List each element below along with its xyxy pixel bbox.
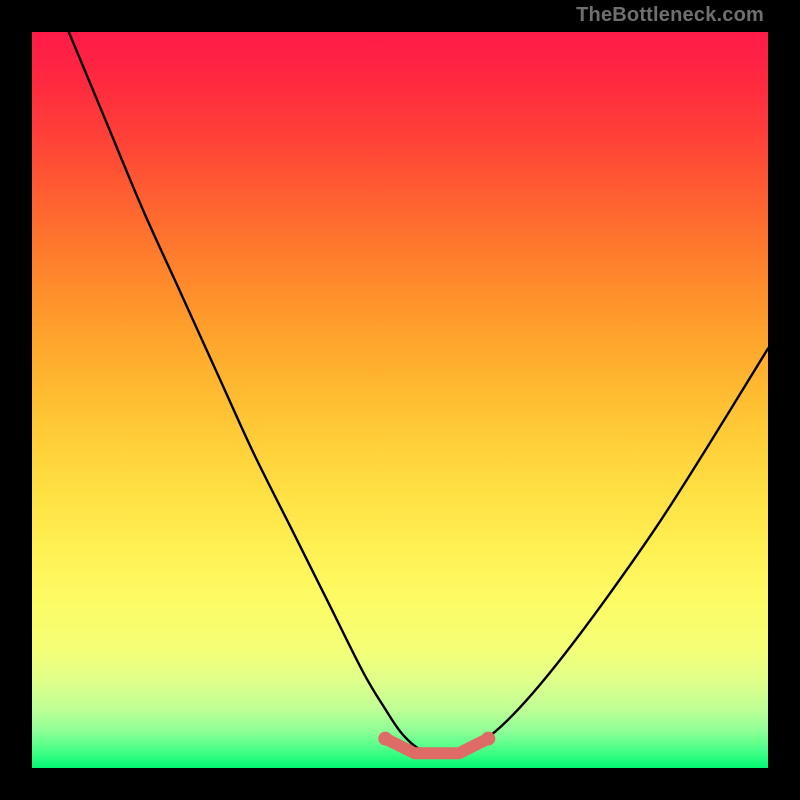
chart-frame: TheBottleneck.com [0, 0, 800, 800]
bottleneck-curve [69, 32, 768, 754]
marker-dot [481, 732, 495, 746]
watermark-text: TheBottleneck.com [576, 4, 764, 27]
curve-layer [32, 32, 768, 768]
flat-region-marker [385, 739, 488, 754]
marker-dot [378, 732, 392, 746]
plot-area [32, 32, 768, 768]
